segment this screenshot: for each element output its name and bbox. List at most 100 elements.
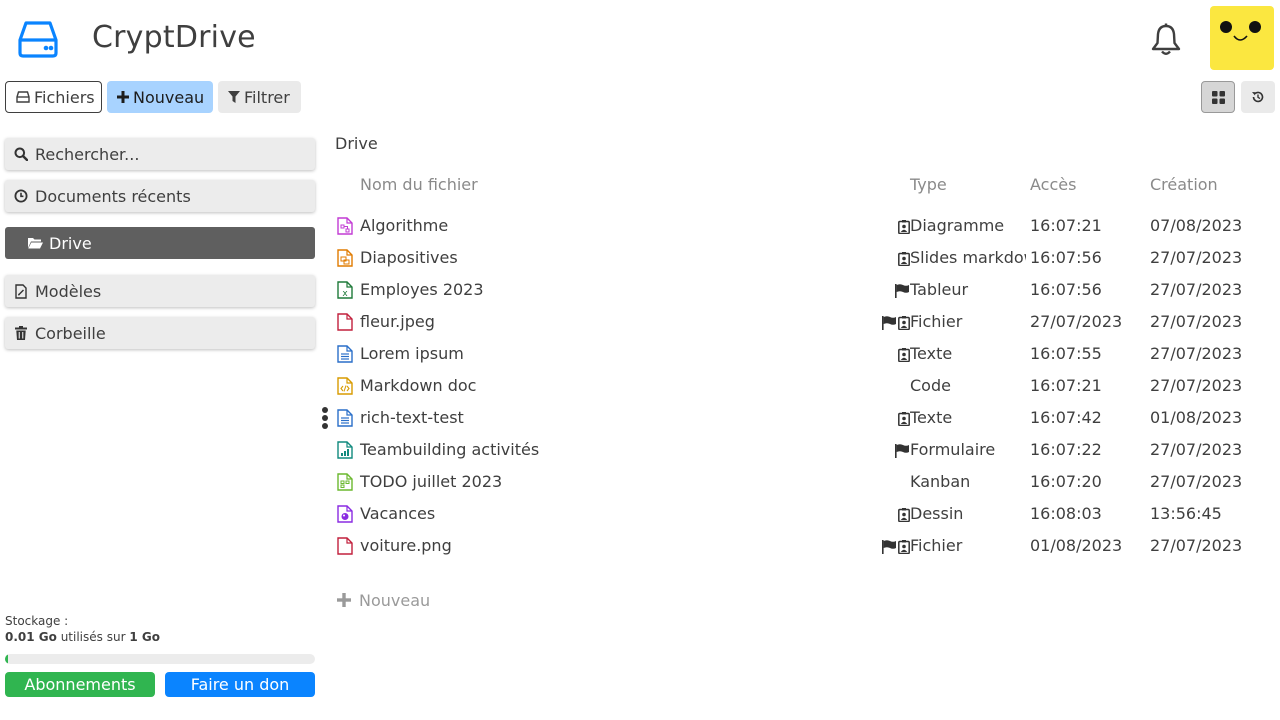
sidebar-item-search[interactable]: Rechercher...: [5, 138, 315, 170]
file-flags: [894, 443, 910, 462]
file-access-time: 16:07:22: [1030, 440, 1102, 459]
owner-badge-icon: [898, 315, 910, 334]
file-name: rich-text-test: [360, 408, 464, 427]
file-row[interactable]: x Employes 2023 Tableur 16:07:56 27/07/2023: [335, 274, 1280, 306]
file-row[interactable]: voiture.png Fichier 01/08/2023 27/07/2023: [335, 530, 1280, 562]
file-flags: [881, 315, 910, 334]
column-header-type[interactable]: Type: [910, 175, 947, 194]
spreadsheet-icon: x: [337, 281, 353, 299]
file-type: Texte: [910, 408, 953, 427]
filter-button[interactable]: Filtrer: [218, 81, 301, 113]
sidebar-item-templates[interactable]: Modèles: [5, 275, 315, 307]
file-flags: [898, 347, 910, 366]
storage-label: Stockage :: [5, 614, 69, 628]
folder-open-icon: [27, 237, 43, 249]
add-new-button[interactable]: Nouveau: [337, 588, 430, 612]
form-icon: [337, 441, 353, 459]
file-creation-date: 27/07/2023: [1150, 344, 1243, 363]
file-access-time: 16:07:21: [1030, 216, 1102, 235]
file-access-time: 16:08:03: [1030, 504, 1102, 523]
file-type: Kanban: [910, 472, 971, 491]
file-row[interactable]: Algorithme Diagramme 16:07:21 07/08/2023: [335, 210, 1280, 242]
file-icon: [337, 313, 353, 331]
slides-icon: [337, 249, 353, 267]
file-access-time: 16:07:55: [1030, 344, 1102, 363]
file-type: Fichier: [910, 312, 963, 331]
sidebar-item-label: Drive: [49, 233, 92, 253]
file-creation-date: 27/07/2023: [1150, 536, 1243, 555]
sidebar-item-drive[interactable]: Drive: [5, 227, 315, 259]
new-button[interactable]: Nouveau: [107, 81, 213, 113]
storage-usage: 0.01 Go utilisés sur 1 Go: [5, 630, 315, 644]
file-creation-date: 01/08/2023: [1150, 408, 1243, 427]
subscriptions-button[interactable]: Abonnements: [5, 672, 155, 697]
file-row[interactable]: Markdown doc Code 16:07:21 27/07/2023: [335, 370, 1280, 402]
file-access-time: 16:07:56: [1030, 248, 1102, 267]
owner-badge-icon: [898, 251, 910, 270]
file-name: TODO juillet 2023: [360, 472, 503, 491]
user-avatar[interactable]: [1210, 6, 1274, 70]
owner-badge-icon: [898, 411, 910, 430]
storage-used: 0.01 Go: [5, 630, 57, 644]
files-button[interactable]: Fichiers: [5, 81, 102, 113]
clock-icon: [13, 189, 29, 203]
avatar-face-icon: [1220, 21, 1261, 41]
file-name: Lorem ipsum: [360, 344, 464, 363]
file-access-time: 16:07:56: [1030, 280, 1102, 299]
app-header: CryptDrive: [0, 0, 1280, 78]
column-header-created[interactable]: Création: [1150, 175, 1218, 194]
owner-badge-icon: [898, 347, 910, 366]
new-button-label: Nouveau: [133, 87, 205, 107]
file-type: Dessin: [910, 504, 964, 523]
grid-view-button[interactable]: [1201, 81, 1235, 113]
file-row[interactable]: Teambuilding activités Formulaire 16:07:22…: [335, 434, 1280, 466]
sidebar-item-label: Corbeille: [35, 323, 106, 343]
file-row[interactable]: rich-text-test Texte 16:07:42 01/08/2023: [335, 402, 1280, 434]
file-row[interactable]: TODO juillet 2023 Kanban 16:07:20 27/07/202…: [335, 466, 1280, 498]
file-type: Tableur: [910, 280, 969, 299]
file-name: Teambuilding activités: [360, 440, 540, 459]
flag-icon: [894, 283, 910, 302]
diagram-icon: [337, 217, 353, 235]
donate-button[interactable]: Faire un don: [165, 672, 315, 697]
column-header-name[interactable]: Nom du fichier: [360, 175, 478, 194]
kebab-menu-icon[interactable]: [321, 406, 329, 430]
file-access-time: 01/08/2023: [1030, 536, 1123, 555]
file-name: Employes 2023: [360, 280, 484, 299]
file-row[interactable]: Lorem ipsum Texte 16:07:55 27/07/2023: [335, 338, 1280, 370]
file-type: Slides markdown: [910, 248, 1026, 267]
sidebar-item-recent[interactable]: Documents récents: [5, 180, 315, 212]
file-creation-date: 27/07/2023: [1150, 312, 1243, 331]
file-flags: [898, 219, 910, 238]
file-row[interactable]: fleur.jpeg Fichier 27/07/2023 27/07/2023: [335, 306, 1280, 338]
app-title: CryptDrive: [92, 20, 256, 55]
storage-info: Stockage : 0.01 Go utilisés sur 1 Go: [5, 614, 315, 644]
plus-icon: [337, 588, 351, 612]
filter-icon: [228, 91, 240, 103]
flag-icon: [881, 539, 897, 558]
file-name: Diapositives: [360, 248, 458, 267]
trash-icon: [13, 326, 29, 340]
notification-bell-icon[interactable]: [1148, 22, 1184, 58]
file-type: Texte: [910, 344, 953, 363]
owner-badge-icon: [898, 507, 910, 526]
file-creation-date: 27/07/2023: [1150, 280, 1243, 299]
file-flags: [894, 283, 910, 302]
text-doc-icon: [337, 345, 353, 363]
plus-icon: [117, 91, 129, 103]
files-button-label: Fichiers: [34, 87, 95, 107]
kanban-icon: [337, 473, 353, 491]
drive-logo-icon[interactable]: [18, 20, 58, 58]
drive-small-icon: [16, 91, 30, 103]
sidebar-item-trash[interactable]: Corbeille: [5, 317, 315, 349]
file-access-time: 16:07:42: [1030, 408, 1102, 427]
file-creation-date: 07/08/2023: [1150, 216, 1243, 235]
add-new-label: Nouveau: [359, 590, 431, 610]
file-row[interactable]: Diapositives Slides markdown16:07:56 27/07…: [335, 242, 1280, 274]
column-header-access[interactable]: Accès: [1030, 175, 1076, 194]
file-row[interactable]: Vacances Dessin 16:08:03 13:56:45: [335, 498, 1280, 530]
breadcrumb[interactable]: Drive: [335, 134, 378, 153]
file-name: Vacances: [360, 504, 436, 523]
file-flags: [898, 251, 910, 270]
history-button[interactable]: [1241, 81, 1275, 113]
